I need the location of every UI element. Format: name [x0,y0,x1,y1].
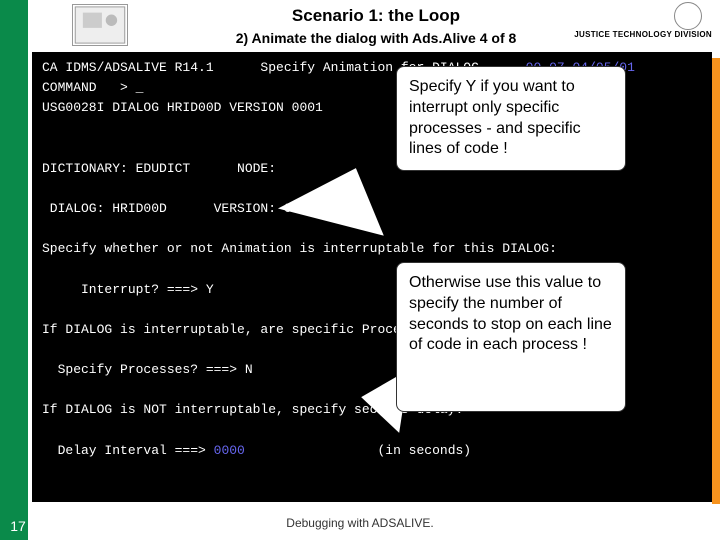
division-label: JUSTICE TECHNOLOGY DIVISION [574,30,712,39]
term-line: Delay Interval ===> [42,443,214,458]
callout-box: Specify Y if you want to interrupt only … [396,66,626,171]
callout-box: Otherwise use this value to specify the … [396,262,626,412]
slide-title: Scenario 1: the Loop [32,6,720,26]
slide-number: 17 [4,518,32,534]
term-value: 0000 [214,443,245,458]
term-line: COMMAND > _ [42,80,143,95]
term-line: (in seconds) [245,443,471,458]
term-line [42,179,702,199]
callout-text: Specify Y if you want to interrupt only … [409,78,581,157]
term-line: Specify whether or not Animation is inte… [42,239,702,259]
callout-text: Otherwise use this value to specify the … [409,274,612,353]
term-line [42,421,702,441]
slide-footer: 17 Debugging with ADSALIVE. [0,504,720,540]
slide-header: Scenario 1: the Loop 2) Animate the dial… [32,0,720,58]
footer-text: Debugging with ADSALIVE. [0,516,720,530]
